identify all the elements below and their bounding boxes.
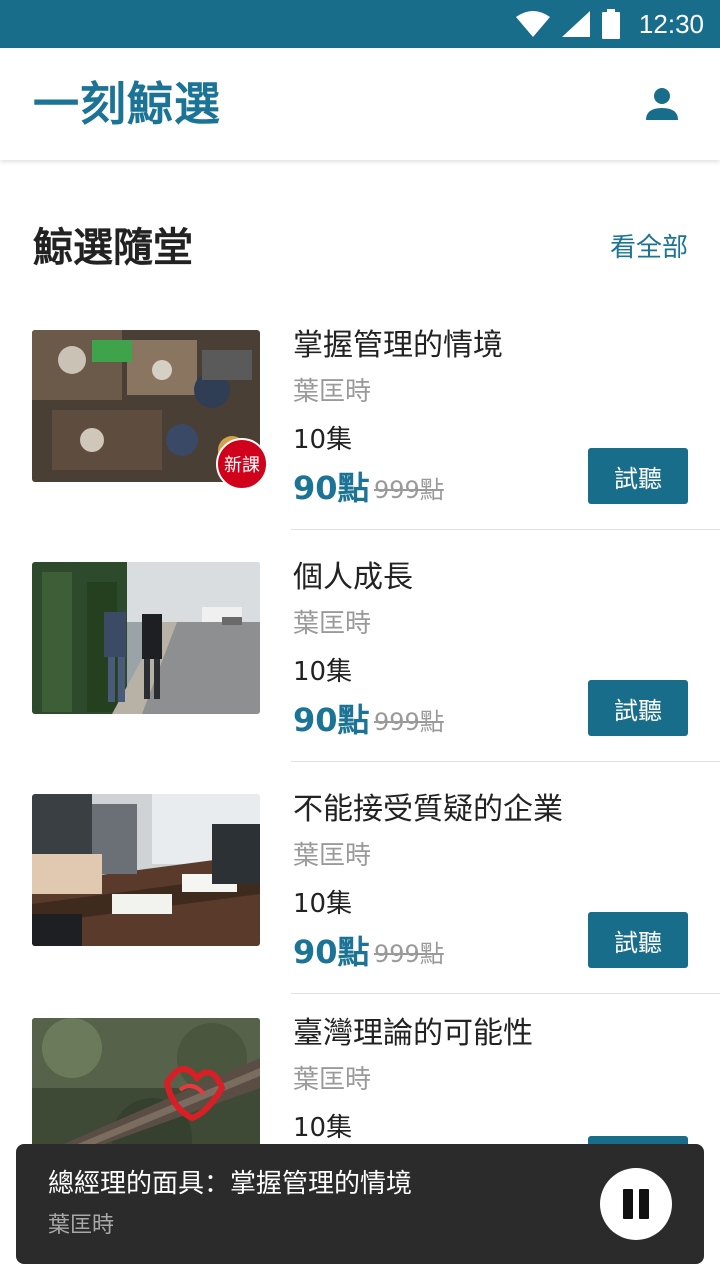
trial-button[interactable]: 試聽 — [588, 448, 688, 504]
divider — [291, 993, 720, 994]
course-price: 90點 — [293, 701, 370, 739]
course-item[interactable]: 不能接受質疑的企業 葉匡時 10集 90點 999點 試聽 — [0, 792, 720, 1026]
divider — [291, 761, 720, 762]
section-title: 鯨選隨堂 — [33, 225, 193, 271]
course-item[interactable]: 新課 掌握管理的情境 葉匡時 10集 90點 999點 試聽 — [0, 328, 720, 562]
player-author: 葉匡時 — [48, 1213, 115, 1238]
course-title[interactable]: 掌握管理的情境 — [293, 326, 503, 366]
course-item[interactable]: 個人成長 葉匡時 10集 90點 999點 試聽 — [0, 560, 720, 794]
status-time: 12:30 — [638, 8, 704, 39]
course-author: 葉匡時 — [293, 377, 372, 407]
course-original-price: 999點 — [374, 940, 444, 968]
course-author: 葉匡時 — [293, 609, 372, 639]
profile-button[interactable] — [640, 82, 684, 126]
app-bar: 一刻鯨選 — [0, 48, 720, 160]
course-thumbnail[interactable] — [32, 794, 260, 946]
app-logo: 一刻鯨選 — [33, 77, 221, 131]
mini-player[interactable]: 總經理的面具：掌握管理的情境 葉匡時 — [16, 1144, 704, 1264]
course-thumbnail[interactable] — [32, 562, 260, 714]
course-title[interactable]: 不能接受質疑的企業 — [293, 790, 563, 830]
player-title: 總經理的面具：掌握管理的情境 — [48, 1169, 413, 1199]
course-original-price: 999點 — [374, 708, 444, 736]
trial-button[interactable]: 試聽 — [588, 680, 688, 736]
course-episodes: 10集 — [293, 1113, 353, 1143]
course-episodes: 10集 — [293, 657, 353, 687]
course-price: 90點 — [293, 933, 370, 971]
new-course-badge: 新課 — [216, 438, 268, 490]
course-original-price: 999點 — [374, 476, 444, 504]
divider — [291, 529, 720, 530]
status-icons: 12:30 — [515, 0, 704, 48]
signal-icon — [561, 11, 590, 37]
trial-button[interactable]: 試聽 — [588, 912, 688, 968]
course-author: 葉匡時 — [293, 1065, 372, 1095]
course-author: 葉匡時 — [293, 841, 372, 871]
course-title[interactable]: 臺灣理論的可能性 — [293, 1014, 533, 1054]
battery-icon — [601, 9, 620, 39]
course-episodes: 10集 — [293, 425, 353, 455]
person-icon — [646, 88, 678, 120]
pause-icon — [620, 1189, 652, 1219]
pause-button[interactable] — [600, 1168, 672, 1240]
course-title[interactable]: 個人成長 — [293, 558, 413, 598]
course-episodes: 10集 — [293, 889, 353, 919]
course-price: 90點 — [293, 469, 370, 507]
wifi-icon — [515, 11, 550, 37]
see-all-link[interactable]: 看全部 — [610, 228, 688, 268]
status-bar: 12:30 — [0, 0, 720, 48]
